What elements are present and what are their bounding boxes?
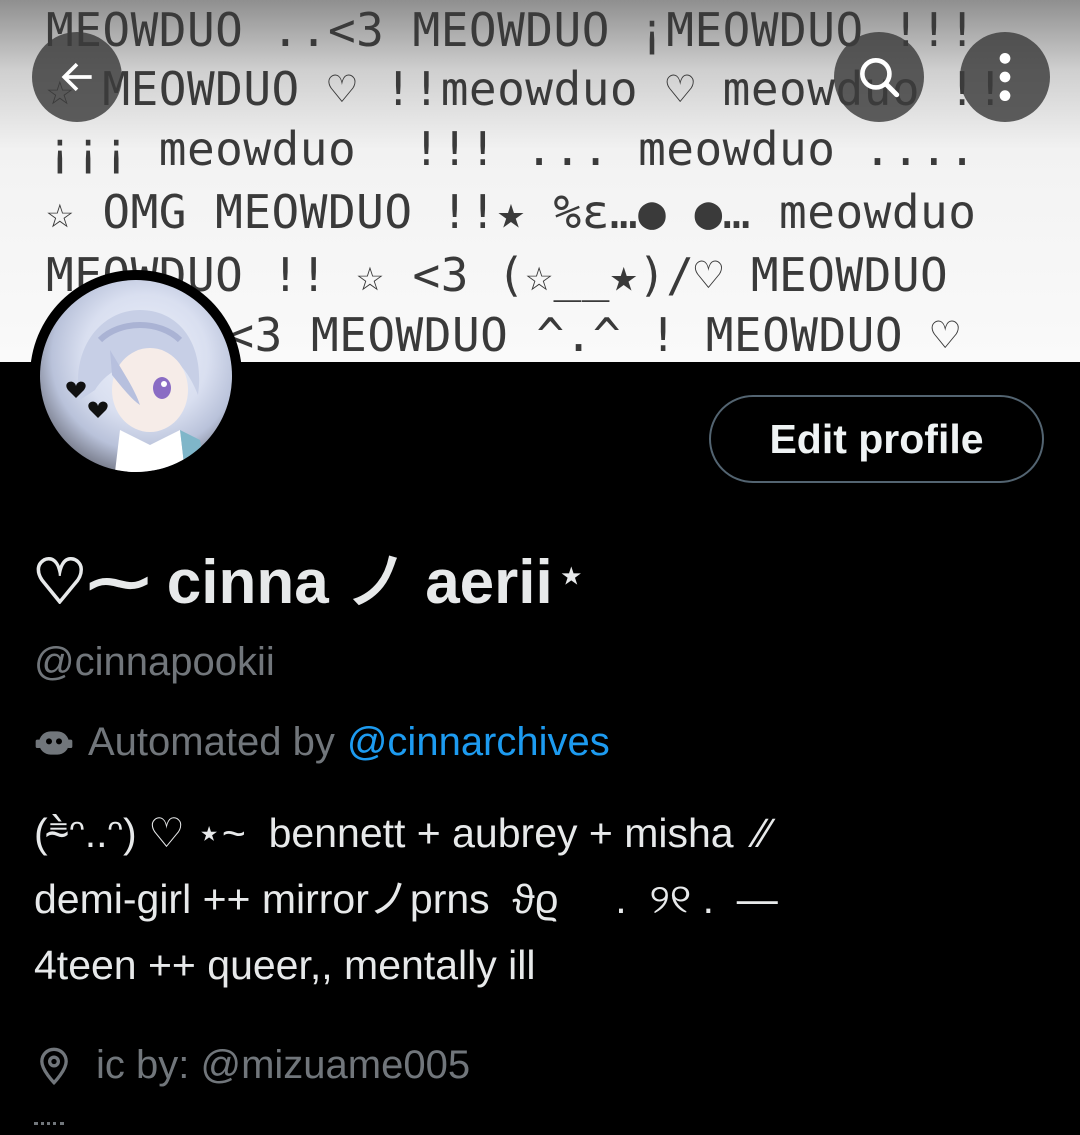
bio-line: 4teen ++ queer,, mentally ill bbox=[34, 942, 536, 988]
bio-line: (⁼̴̀ᵔ..ᵔ) ♡ ⋆~ bennett + aubrey + misha … bbox=[34, 810, 771, 856]
more-vertical-icon bbox=[999, 52, 1011, 102]
avatar-illustration bbox=[66, 310, 205, 472]
location-text: ic by: @mizuame005 bbox=[96, 1043, 471, 1087]
edit-profile-button[interactable]: Edit profile bbox=[709, 395, 1044, 483]
display-name-text: ♡⁓ cinna ノ aerii bbox=[32, 548, 553, 617]
name-star-badge: ⋆ bbox=[558, 554, 584, 598]
avatar bbox=[40, 280, 232, 472]
display-name: ♡⁓ cinna ノ aerii ⋆ bbox=[32, 540, 584, 619]
banner-text-line: ♡ <3 MEOWDUO ^.^ ! MEOWDUO ♡ bbox=[170, 308, 960, 362]
automated-label-row: Automated by @cinnarchives bbox=[34, 720, 610, 765]
banner-text-line: ¡¡¡ meowduo !!! ... meowduo .... bbox=[46, 122, 977, 176]
search-icon bbox=[860, 58, 900, 98]
cut-off-row bbox=[34, 1122, 64, 1135]
avatar-frame[interactable] bbox=[30, 270, 242, 482]
back-button[interactable] bbox=[32, 32, 122, 122]
banner-text-line: MEOWDUO ..<3 MEOWDUO ¡MEOWDUO !!! bbox=[46, 3, 977, 57]
user-handle: @cinnapookii bbox=[34, 640, 275, 684]
bot-icon bbox=[35, 730, 73, 755]
banner-text-line: ☆ OMG MEOWDUO !!★ %ɛ…● ●… meowduo bbox=[46, 185, 977, 239]
arrow-left-icon bbox=[61, 62, 92, 92]
bio-line: demi-girl ++ mirrorノprns ϑϱ . ୨୧ . — bbox=[34, 876, 778, 922]
automated-by-link[interactable]: @cinnarchives bbox=[347, 720, 610, 765]
location-row: ic by: @mizuame005 bbox=[34, 1043, 470, 1088]
more-options-button[interactable] bbox=[960, 32, 1050, 122]
automated-label: Automated by bbox=[88, 720, 335, 764]
profile-bio: (⁼̴̀ᵔ..ᵔ) ♡ ⋆~ bennett + aubrey + misha … bbox=[34, 800, 1054, 998]
search-button[interactable] bbox=[834, 32, 924, 122]
location-pin-icon bbox=[40, 1047, 68, 1085]
